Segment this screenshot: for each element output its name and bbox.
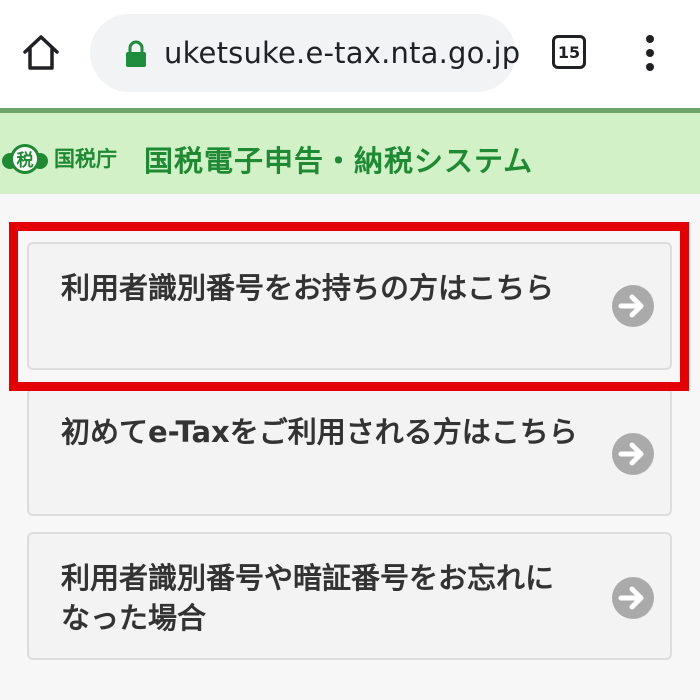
agency-name: 国税庁 xyxy=(54,147,117,171)
arrow-right-circle-icon xyxy=(612,433,654,475)
logo-text: 税 xyxy=(17,150,34,171)
tab-count: 15 xyxy=(557,42,581,62)
site-header: 税 国税庁 国税電子申告・納税システム xyxy=(0,108,700,194)
option-first-time[interactable]: 初めてe-Taxをご利用される方はこちら xyxy=(27,388,672,516)
option-forgot-credentials[interactable]: 利用者識別番号や暗証番号をお忘れになった場合 xyxy=(27,532,672,660)
system-title: 国税電子申告・納税システム xyxy=(144,144,534,178)
home-icon xyxy=(23,35,59,70)
more-menu-button[interactable] xyxy=(632,30,668,76)
arrow-right-circle-icon xyxy=(612,577,654,619)
arrow-right-circle-icon xyxy=(612,285,654,327)
nta-logo-icon: 税 xyxy=(2,144,48,174)
option-label: 初めてe-Taxをご利用される方はこちら xyxy=(61,415,578,449)
home-button[interactable] xyxy=(18,30,64,76)
more-menu-icon xyxy=(646,63,654,71)
option-label: 利用者識別番号や暗証番号をお忘れになった場合 xyxy=(61,561,555,635)
option-label: 利用者識別番号をお持ちの方はこちら xyxy=(61,271,555,305)
lock-icon xyxy=(126,40,146,67)
url-text: uketsuke.e-tax.nta.go.jp xyxy=(164,36,521,70)
more-menu-icon xyxy=(646,49,654,57)
option-has-user-id[interactable]: 利用者識別番号をお持ちの方はこちら xyxy=(27,242,672,370)
tab-switcher-button[interactable]: 15 xyxy=(552,35,586,69)
browser-toolbar: uketsuke.e-tax.nta.go.jp 15 xyxy=(0,0,700,108)
address-bar[interactable]: uketsuke.e-tax.nta.go.jp xyxy=(90,14,520,92)
more-menu-icon xyxy=(646,35,654,43)
